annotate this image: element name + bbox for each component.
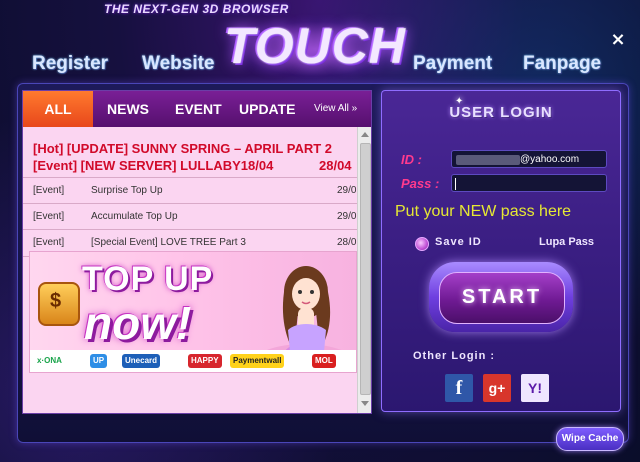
- sparkle-icon: ✦: [455, 96, 464, 107]
- news-highlight-date: 28/04: [319, 158, 352, 173]
- nav-register[interactable]: Register: [32, 53, 108, 75]
- nav-payment[interactable]: Payment: [413, 53, 492, 75]
- list-item[interactable]: [Event] Accumulate Top Up 29/0: [23, 203, 357, 230]
- list-item[interactable]: [Event] Surprise Top Up 29/0: [23, 177, 357, 204]
- news-highlight-title: [Hot] [UPDATE] SUNNY SPRING – APRIL PART…: [33, 141, 333, 156]
- start-button-face: START: [439, 272, 565, 324]
- news-tabs: ALL NEWS EVENT UPDATE View All »: [23, 91, 371, 127]
- news-date: 29/0: [337, 211, 357, 222]
- top-up-banner[interactable]: $ TOP UP now! x·ONA UP Unecard HAPPY Pay…: [29, 251, 357, 373]
- save-id-label[interactable]: Save ID: [435, 236, 482, 248]
- scroll-up-icon[interactable]: [361, 132, 369, 137]
- launcher-window: THE NEXT-GEN 3D BROWSER TOUCH Register W…: [0, 0, 640, 462]
- touch-logo: TOUCH: [222, 4, 408, 88]
- provider-logo: MOL: [312, 354, 336, 368]
- news-list: [Hot] [UPDATE] SUNNY SPRING – APRIL PART…: [23, 127, 357, 413]
- nav-fanpage[interactable]: Fanpage: [523, 53, 601, 75]
- start-label: START: [461, 286, 543, 308]
- password-field[interactable]: [451, 174, 607, 192]
- close-icon[interactable]: ×: [606, 28, 630, 52]
- news-highlight[interactable]: [Event] [NEW SERVER] LULLABY18/04 28/04: [33, 158, 352, 173]
- forgot-password-link[interactable]: Lupa Pass: [539, 236, 594, 248]
- save-id-radio[interactable]: [415, 237, 429, 251]
- tab-update[interactable]: UPDATE: [239, 91, 296, 127]
- news-category: [Event]: [33, 237, 65, 248]
- news-highlight[interactable]: [Hot] [UPDATE] SUNNY SPRING – APRIL PART…: [33, 141, 332, 156]
- logo-text: TOUCH: [224, 18, 406, 74]
- provider-logo: Unecard: [122, 354, 161, 368]
- google-plus-icon[interactable]: g+: [483, 374, 511, 402]
- pass-label: Pass :: [401, 176, 440, 191]
- facebook-icon[interactable]: f: [445, 374, 473, 402]
- header: THE NEXT-GEN 3D BROWSER TOUCH Register W…: [0, 0, 640, 88]
- view-all-link[interactable]: View All »: [314, 91, 357, 127]
- text-cursor: [455, 178, 456, 190]
- password-hint: Put your NEW pass here: [395, 203, 572, 220]
- dollar-icon: $: [50, 290, 62, 312]
- start-button[interactable]: START: [429, 262, 573, 332]
- news-title: Surprise Top Up: [91, 185, 163, 196]
- yahoo-icon[interactable]: Y!: [521, 374, 549, 402]
- tab-news[interactable]: NEWS: [107, 91, 149, 127]
- login-title: USER LOGIN: [449, 104, 553, 121]
- wipe-cache-button[interactable]: Wipe Cache: [556, 427, 624, 451]
- banner-subheadline: now!: [84, 297, 192, 349]
- provider-logo: UP: [90, 354, 108, 368]
- other-login-label: Other Login :: [413, 350, 496, 362]
- payment-providers: x·ONA UP Unecard HAPPY Paymentwall MOL: [30, 350, 356, 372]
- news-panel: ALL NEWS EVENT UPDATE View All » [Hot] […: [22, 90, 372, 414]
- provider-logo: x·ONA: [37, 356, 62, 365]
- news-title: Accumulate Top Up: [91, 211, 178, 222]
- scroll-thumb[interactable]: [360, 143, 371, 395]
- news-category: [Event]: [33, 185, 65, 196]
- news-highlight-title: [Event] [NEW SERVER] LULLABY18/04: [33, 158, 274, 173]
- news-date: 29/0: [337, 185, 357, 196]
- news-title: [Special Event] LOVE TREE Part 3: [91, 237, 246, 248]
- login-panel: USER LOGIN ✦ ID : @yahoo.com Pass : Put …: [381, 90, 621, 412]
- provider-logo: HAPPY: [188, 354, 222, 368]
- tab-event[interactable]: EVENT: [175, 91, 222, 127]
- id-field[interactable]: @yahoo.com: [451, 150, 607, 168]
- provider-logo: Paymentwall: [230, 354, 285, 368]
- nav-website[interactable]: Website: [142, 53, 215, 75]
- tab-all[interactable]: ALL: [23, 91, 93, 127]
- scroll-down-icon[interactable]: [361, 401, 369, 406]
- id-value: @yahoo.com: [520, 154, 580, 165]
- news-category: [Event]: [33, 211, 65, 222]
- news-scrollbar[interactable]: [357, 127, 371, 413]
- wallet-icon: $: [38, 282, 80, 326]
- id-redacted: [456, 155, 520, 165]
- id-label: ID :: [401, 152, 422, 167]
- news-date: 28/0: [337, 237, 357, 248]
- banner-headline: TOP UP: [82, 260, 214, 298]
